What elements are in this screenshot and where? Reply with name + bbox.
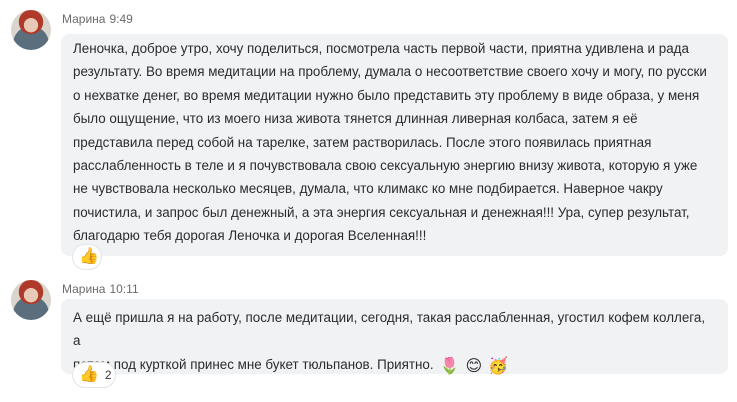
message-text: Леночка, доброе утро, хочу поделиться, п…	[73, 41, 707, 244]
reaction-thumbs-up[interactable]: 👍 2	[72, 362, 116, 388]
author-name[interactable]: Марина	[62, 12, 105, 26]
message-meta: Марина 9:49	[62, 12, 133, 26]
message-time: 9:49	[109, 12, 133, 26]
message-time: 10:11	[109, 282, 139, 296]
thumbs-up-icon: 👍	[79, 366, 99, 383]
message-text: А ещё пришла я на работу, после медитаци…	[73, 306, 712, 376]
reaction-count: 2	[104, 368, 112, 382]
reaction-thumbs-up[interactable]: 👍	[72, 244, 102, 270]
party-face-icon: 🥳	[488, 357, 509, 375]
avatar[interactable]	[11, 10, 51, 50]
message-bubble: Леночка, доброе утро, хочу поделиться, п…	[61, 34, 728, 256]
message-meta: Марина 10:11	[62, 282, 139, 296]
flower-icon: 🌷	[439, 357, 460, 375]
avatar[interactable]	[11, 280, 51, 320]
thumbs-up-icon: 👍	[79, 248, 99, 265]
message-text-body: А ещё пришла я на работу, после медитаци…	[73, 310, 706, 372]
message-bubble: А ещё пришла я на работу, после медитаци…	[61, 299, 728, 374]
smile-icon: 😊	[465, 357, 483, 375]
author-name[interactable]: Марина	[62, 282, 105, 296]
